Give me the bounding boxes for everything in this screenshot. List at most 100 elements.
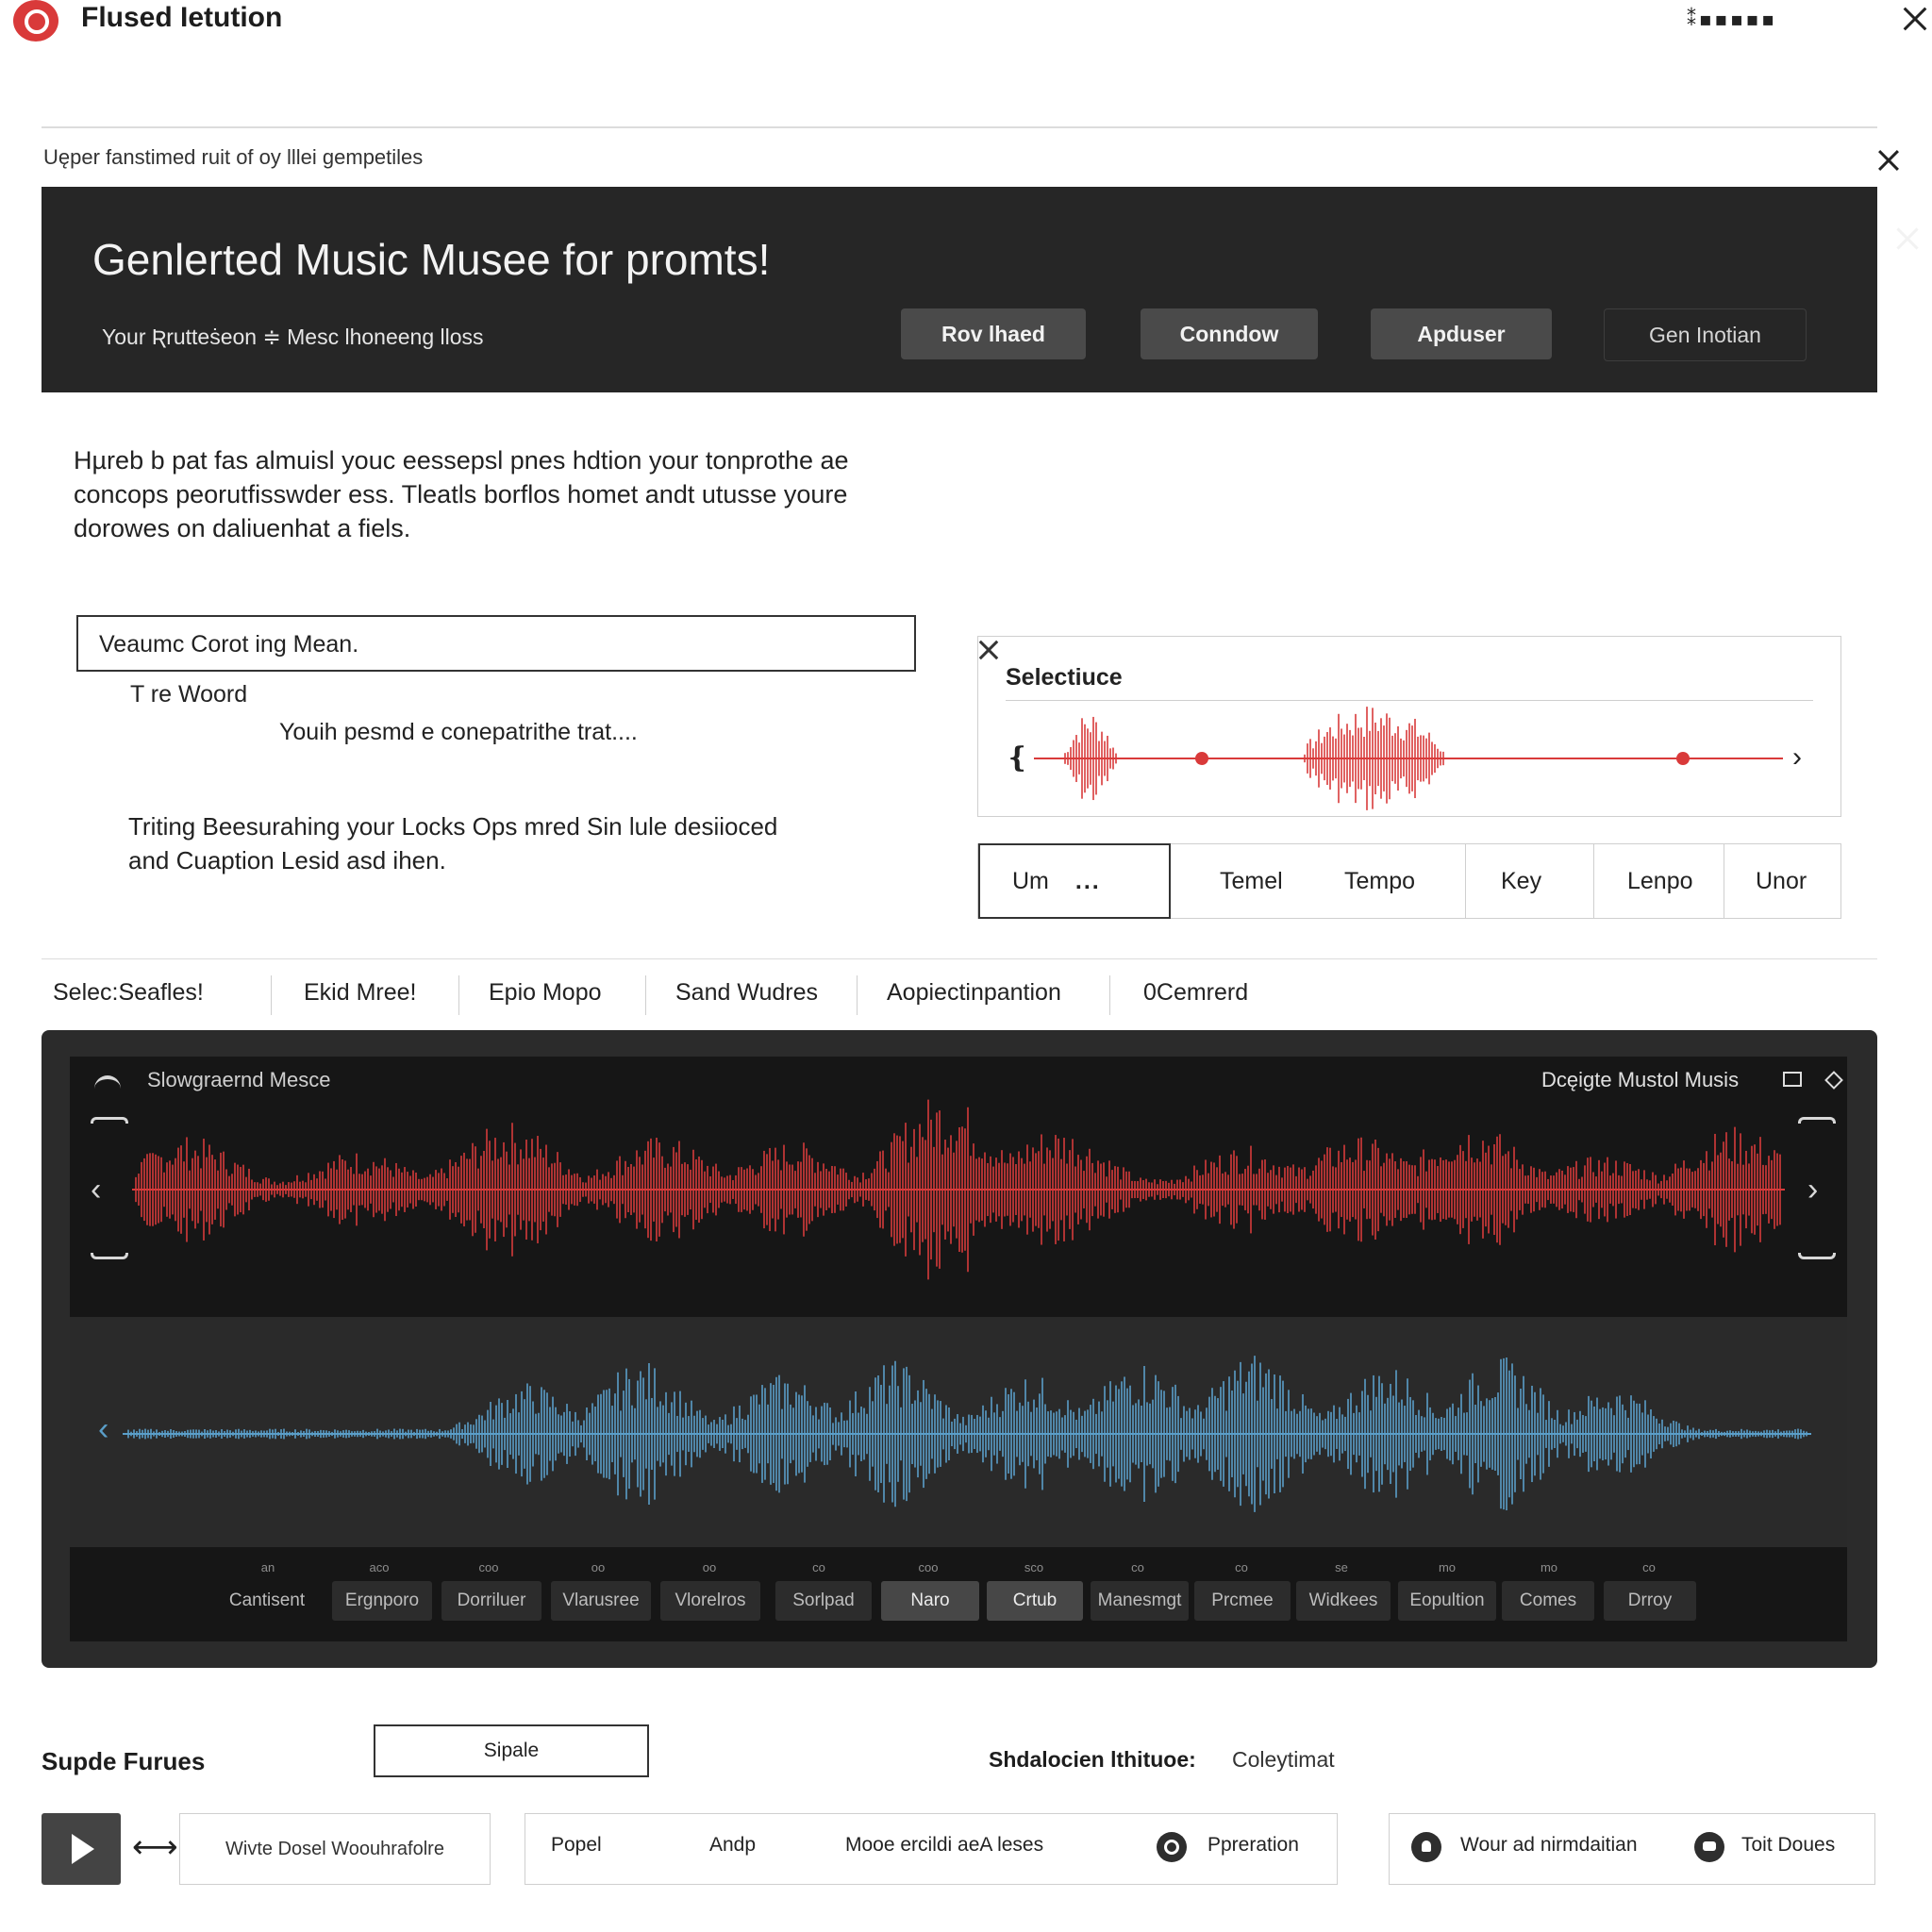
segment-chip[interactable]: Drroy	[1604, 1581, 1696, 1621]
banner-title: Genlerted Music Musee for promts!	[92, 235, 771, 284]
tab-3[interactable]: Epio Mopo	[489, 979, 602, 1007]
timeline-tick: co	[812, 1560, 825, 1574]
tab-2[interactable]: Ekid Mree!	[304, 979, 416, 1007]
divider	[458, 975, 459, 1015]
option-popel[interactable]: Popel	[551, 1834, 602, 1857]
bracket-handle-icon[interactable]	[91, 1253, 128, 1259]
param-temel[interactable]: Temel	[1220, 844, 1283, 918]
chevron-right-icon[interactable]: ›	[1807, 1172, 1818, 1208]
tab-6[interactable]: 0Cemrerd	[1143, 979, 1248, 1007]
setting-label: Shdalocien lthituoe:	[989, 1747, 1196, 1772]
param-lenpo[interactable]: Lenpo	[1627, 844, 1693, 918]
tab-1[interactable]: Selec:Seafles!	[53, 979, 204, 1007]
option-box[interactable]: Wivte Dosel Woouhrafolre	[179, 1813, 491, 1885]
tab-5[interactable]: Aopiectinpantion	[887, 979, 1061, 1007]
selection-prev-icon[interactable]: ❴	[1006, 741, 1029, 774]
timeline-tick: mo	[1438, 1560, 1457, 1574]
segment-chip[interactable]: Ergnporo	[332, 1581, 432, 1621]
divider	[271, 975, 272, 1015]
segment-chip[interactable]: Dorriluer	[441, 1581, 541, 1621]
timeline-tick: oo	[591, 1560, 606, 1574]
divider	[857, 975, 858, 1015]
window-icon[interactable]	[1783, 1072, 1802, 1087]
section-title: Supde Furues	[42, 1747, 206, 1775]
waveform-blue[interactable]	[123, 1340, 1811, 1528]
prompt-input[interactable]	[97, 617, 856, 672]
option-wour[interactable]: Wour ad nirmdaitian	[1460, 1834, 1638, 1857]
app-title: Flused Ietution	[81, 2, 283, 33]
description-text: Hµreb b pat fas almuisl youc eessepsl pn…	[74, 446, 849, 542]
group-icon	[1694, 1832, 1724, 1862]
window-menu-icon[interactable]: ⁑▪▪▪▪▪	[1687, 8, 1777, 30]
banner-button-4[interactable]: Gen Inotian	[1604, 308, 1807, 361]
selection-next-icon[interactable]: ›	[1792, 741, 1802, 774]
timeline-tick: oo	[702, 1560, 717, 1574]
prompt-field[interactable]	[76, 615, 916, 672]
waveform-red[interactable]	[132, 1085, 1785, 1294]
bracket-handle-icon[interactable]	[91, 1117, 128, 1124]
timeline-tick: mo	[1540, 1560, 1558, 1574]
segment-chip[interactable]: Manesmgt	[1091, 1581, 1189, 1621]
play-button[interactable]	[42, 1813, 121, 1885]
selection-waveform[interactable]	[1034, 700, 1783, 817]
params-bar: Um ... Temel Tempo Key Lenpo Unor	[977, 843, 1841, 919]
segment-chip[interactable]: Widkees	[1296, 1581, 1391, 1621]
hero-banner	[42, 187, 1877, 392]
segment-chip[interactable]: Vlarusree	[551, 1581, 651, 1621]
timeline-tick: se	[1335, 1560, 1348, 1574]
param-selector[interactable]: Um ...	[978, 843, 1171, 919]
notice-text: Uęper fanstimed ruit of oy lllei gempeti…	[43, 145, 424, 169]
suggestion-item[interactable]: T re Woord	[130, 681, 247, 708]
segment-chip[interactable]: Vlorelros	[660, 1581, 760, 1621]
param-key[interactable]: Key	[1501, 844, 1541, 918]
target-icon	[1157, 1832, 1187, 1862]
segment-chip[interactable]: Comes	[1502, 1581, 1594, 1621]
segment-chip[interactable]: Naro	[881, 1581, 979, 1621]
timeline-tick: coo	[918, 1560, 939, 1574]
divider	[42, 958, 1877, 959]
segment-chip[interactable]: Sorlpad	[775, 1581, 872, 1621]
window-close-icon[interactable]	[1900, 4, 1930, 34]
param-unor[interactable]: Unor	[1756, 844, 1807, 918]
setting-value[interactable]: Coleytimat	[1232, 1747, 1335, 1773]
divider	[1465, 844, 1466, 918]
timeline-tick: co	[1235, 1560, 1248, 1574]
banner-close-icon[interactable]	[1893, 225, 1922, 253]
banner-button-2[interactable]: Conndow	[1141, 308, 1318, 359]
divider	[42, 126, 1877, 128]
segment-chip[interactable]: Cantisent	[213, 1581, 321, 1621]
selection-title: Selectiuce	[1006, 664, 1123, 691]
hint-text: Triting Beesurahing your Locks Ops mred …	[128, 812, 778, 874]
param-selector-label: Um	[1012, 867, 1049, 894]
segment-chip[interactable]: Eopultion	[1398, 1581, 1496, 1621]
suggestion-item[interactable]: Youih pesmd e conepatrithe trat....	[279, 719, 638, 746]
banner-button-3[interactable]: Apduser	[1371, 308, 1552, 359]
option-toit[interactable]: Toit Doues	[1741, 1834, 1835, 1857]
bracket-handle-icon[interactable]	[1798, 1253, 1836, 1259]
option-ppreration[interactable]: Ppreration	[1208, 1834, 1299, 1857]
timeline-tick: co	[1131, 1560, 1144, 1574]
chevron-left-icon[interactable]: ‹	[98, 1411, 108, 1448]
divider	[1109, 975, 1110, 1015]
app-logo-icon	[13, 0, 58, 42]
segment-chip[interactable]: Crtub	[987, 1581, 1083, 1621]
banner-subtitle: Your Ʀrutteṡeon ≑ Mesc lhoneeng lloss	[102, 325, 484, 349]
more-icon[interactable]: ...	[1075, 868, 1101, 895]
notice-close-icon[interactable]	[1875, 147, 1902, 174]
timeline-tick: coo	[478, 1560, 499, 1574]
swap-arrows-icon[interactable]: ⟷	[132, 1828, 178, 1866]
timeline-tick: an	[260, 1560, 275, 1574]
timeline-tick: co	[1642, 1560, 1656, 1574]
option-mooe[interactable]: Mooe ercildi aeA leses	[845, 1834, 1043, 1857]
segment-chip[interactable]: Prcmee	[1194, 1581, 1291, 1621]
chevron-left-icon[interactable]: ‹	[91, 1172, 101, 1208]
tab-4[interactable]: Sand Wudres	[675, 979, 818, 1007]
simple-button[interactable]: Sipale	[374, 1724, 649, 1777]
divider	[645, 975, 646, 1015]
bracket-handle-icon[interactable]	[1798, 1117, 1836, 1124]
timeline-tick: sco	[1024, 1560, 1044, 1574]
divider	[1593, 844, 1594, 918]
option-andp[interactable]: Andp	[709, 1834, 756, 1857]
param-tempo[interactable]: Tempo	[1344, 844, 1415, 918]
banner-button-1[interactable]: Rov lhaed	[901, 308, 1086, 359]
